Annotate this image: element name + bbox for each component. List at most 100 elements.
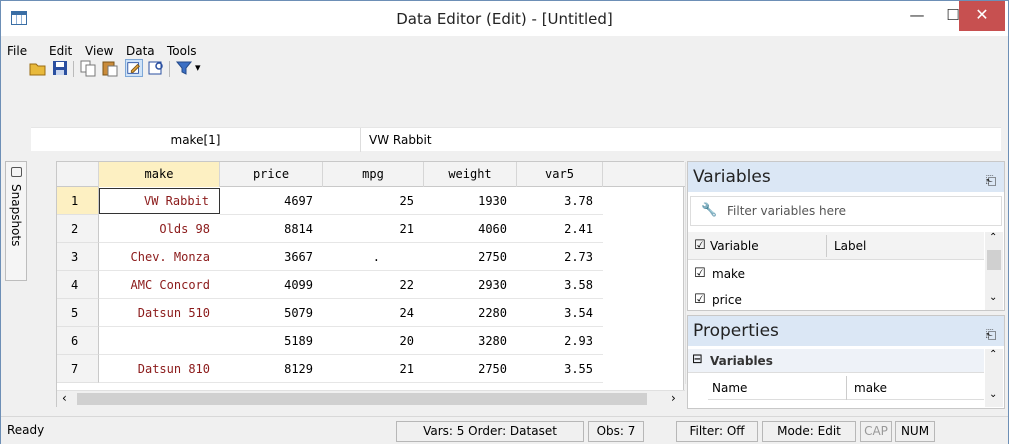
grid-header-row: make price mpg weight var5 <box>57 162 685 187</box>
cell-weight[interactable]: 3280 <box>424 327 517 355</box>
pin-icon[interactable]: ⎗ <box>986 321 996 351</box>
data-editor-window: Data Editor (Edit) - [Untitled] — ☐ ✕ Fi… <box>0 0 1009 444</box>
cell-price[interactable]: 5079 <box>220 299 323 327</box>
grid-corner-cell[interactable] <box>57 162 99 187</box>
scroll-down-icon[interactable]: ⌄ <box>989 389 997 400</box>
menu-data[interactable]: Data <box>126 44 155 58</box>
cell-var5[interactable]: 3.54 <box>517 299 603 327</box>
scroll-up-icon[interactable]: ⌃ <box>989 349 997 360</box>
hscroll-thumb[interactable] <box>77 393 647 405</box>
cell-var5[interactable]: 3.58 <box>517 271 603 299</box>
filter-icon[interactable] <box>175 59 193 77</box>
cell-weight[interactable]: 2750 <box>424 355 517 383</box>
cell-mpg[interactable]: 24 <box>323 299 424 327</box>
cell-mpg[interactable]: . <box>323 243 424 271</box>
cell-var5[interactable]: 3.55 <box>517 355 603 383</box>
cell-weight[interactable]: 2930 <box>424 271 517 299</box>
pin-icon[interactable]: ⎗ <box>986 167 996 197</box>
scroll-left-icon[interactable]: ‹ <box>62 391 67 405</box>
paste-icon[interactable] <box>101 59 119 77</box>
cell-make[interactable]: Chev. Monza <box>99 243 220 271</box>
menu-view[interactable]: View <box>85 44 113 58</box>
properties-section-row[interactable]: ⊟ Variables <box>688 349 984 373</box>
variable-checkbox[interactable]: ☑ <box>694 266 706 281</box>
column-header-mpg[interactable]: mpg <box>323 162 424 187</box>
variable-filter-box[interactable]: 🔧 Filter variables here <box>690 196 1002 226</box>
cell-weight[interactable]: 1930 <box>424 187 517 215</box>
cell-price[interactable]: 4099 <box>220 271 323 299</box>
edit-mode-icon[interactable] <box>125 59 143 77</box>
menu-file[interactable]: File <box>7 44 27 58</box>
variable-column-header[interactable]: Variable <box>710 239 759 253</box>
status-num: NUM <box>895 421 935 442</box>
row-number[interactable]: 5 <box>57 299 99 327</box>
cell-weight[interactable]: 2280 <box>424 299 517 327</box>
cell-make[interactable] <box>99 327 220 355</box>
window-title: Data Editor (Edit) - [Untitled] <box>396 10 613 28</box>
cell-var5[interactable]: 2.93 <box>517 327 603 355</box>
close-button[interactable]: ✕ <box>959 1 1005 31</box>
cell-price[interactable]: 8129 <box>220 355 323 383</box>
properties-scrollbar[interactable]: ⌃ ⌄ <box>985 349 1003 407</box>
cell-mpg[interactable]: 22 <box>323 271 424 299</box>
status-bar: Ready Vars: 5 Order: Dataset Obs: 7 Filt… <box>1 416 1008 444</box>
menu-tools[interactable]: Tools <box>167 44 197 58</box>
row-number[interactable]: 3 <box>57 243 99 271</box>
column-header-price[interactable]: price <box>220 162 323 187</box>
scroll-thumb[interactable] <box>987 250 1001 270</box>
cell-make[interactable]: Datsun 510 <box>99 299 220 327</box>
cell-price[interactable]: 5189 <box>220 327 323 355</box>
menu-edit[interactable]: Edit <box>49 44 72 58</box>
row-number[interactable]: 2 <box>57 215 99 243</box>
copy-icon[interactable] <box>79 59 97 77</box>
wrench-icon: 🔧 <box>701 203 718 218</box>
variables-panel-title: Variables ⎗ <box>688 162 1004 192</box>
data-grid[interactable]: makepricempgweightvar5 ⌃ ⌄ ‹ › 1VW Rabbi… <box>56 161 703 407</box>
open-icon[interactable] <box>29 59 47 77</box>
cell-value-field[interactable]: VW Rabbit <box>369 128 432 152</box>
cell-make[interactable]: AMC Concord <box>99 271 220 299</box>
cell-price[interactable]: 8814 <box>220 215 323 243</box>
row-number[interactable]: 4 <box>57 271 99 299</box>
row-number[interactable]: 1 <box>57 187 99 215</box>
property-value[interactable]: make <box>854 381 887 395</box>
scroll-up-icon[interactable]: ⌃ <box>989 232 997 243</box>
column-header-var5[interactable]: var5 <box>517 162 603 187</box>
collapse-icon[interactable]: ⊟ <box>692 352 703 367</box>
scroll-right-icon[interactable]: › <box>671 391 676 405</box>
label-column-header[interactable]: Label <box>834 239 866 253</box>
cell-price[interactable]: 3667 <box>220 243 323 271</box>
cell-mpg[interactable]: 25 <box>323 187 424 215</box>
save-icon[interactable] <box>51 59 69 77</box>
cell-mpg[interactable]: 21 <box>323 215 424 243</box>
column-header-weight[interactable]: weight <box>424 162 517 187</box>
cell-var5[interactable]: 2.73 <box>517 243 603 271</box>
toolbar-overflow-icon[interactable]: ▾ <box>195 61 201 74</box>
row-number[interactable]: 7 <box>57 355 99 383</box>
browse-mode-icon[interactable] <box>147 59 165 77</box>
cell-make[interactable]: Olds 98 <box>99 215 220 243</box>
variable-row[interactable]: ☑ price <box>688 288 984 312</box>
cell-make[interactable]: Datsun 810 <box>99 355 220 383</box>
variable-row[interactable]: ☑ make <box>688 262 984 286</box>
horizontal-scrollbar[interactable]: ‹ › <box>57 390 685 407</box>
row-number[interactable]: 6 <box>57 327 99 355</box>
column-header-make[interactable]: make <box>99 162 220 187</box>
minimize-button[interactable]: — <box>900 1 934 31</box>
cell-var5[interactable]: 3.78 <box>517 187 603 215</box>
select-all-checkbox[interactable]: ☑ <box>694 238 706 253</box>
variables-scrollbar[interactable]: ⌃ ⌄ <box>985 232 1003 310</box>
scroll-down-icon[interactable]: ⌄ <box>989 292 997 303</box>
snapshots-tab[interactable]: Snapshots <box>5 161 27 281</box>
cell-price[interactable]: 4697 <box>220 187 323 215</box>
filter-variables-input[interactable]: Filter variables here <box>727 204 846 218</box>
cell-var5[interactable]: 2.41 <box>517 215 603 243</box>
cell-weight[interactable]: 4060 <box>424 215 517 243</box>
status-mode: Mode: Edit <box>762 421 856 442</box>
property-row[interactable]: Name make <box>708 376 984 400</box>
cell-weight[interactable]: 2750 <box>424 243 517 271</box>
cell-make[interactable]: VW Rabbit <box>99 188 220 214</box>
variable-checkbox[interactable]: ☑ <box>694 292 706 307</box>
cell-mpg[interactable]: 20 <box>323 327 424 355</box>
cell-mpg[interactable]: 21 <box>323 355 424 383</box>
